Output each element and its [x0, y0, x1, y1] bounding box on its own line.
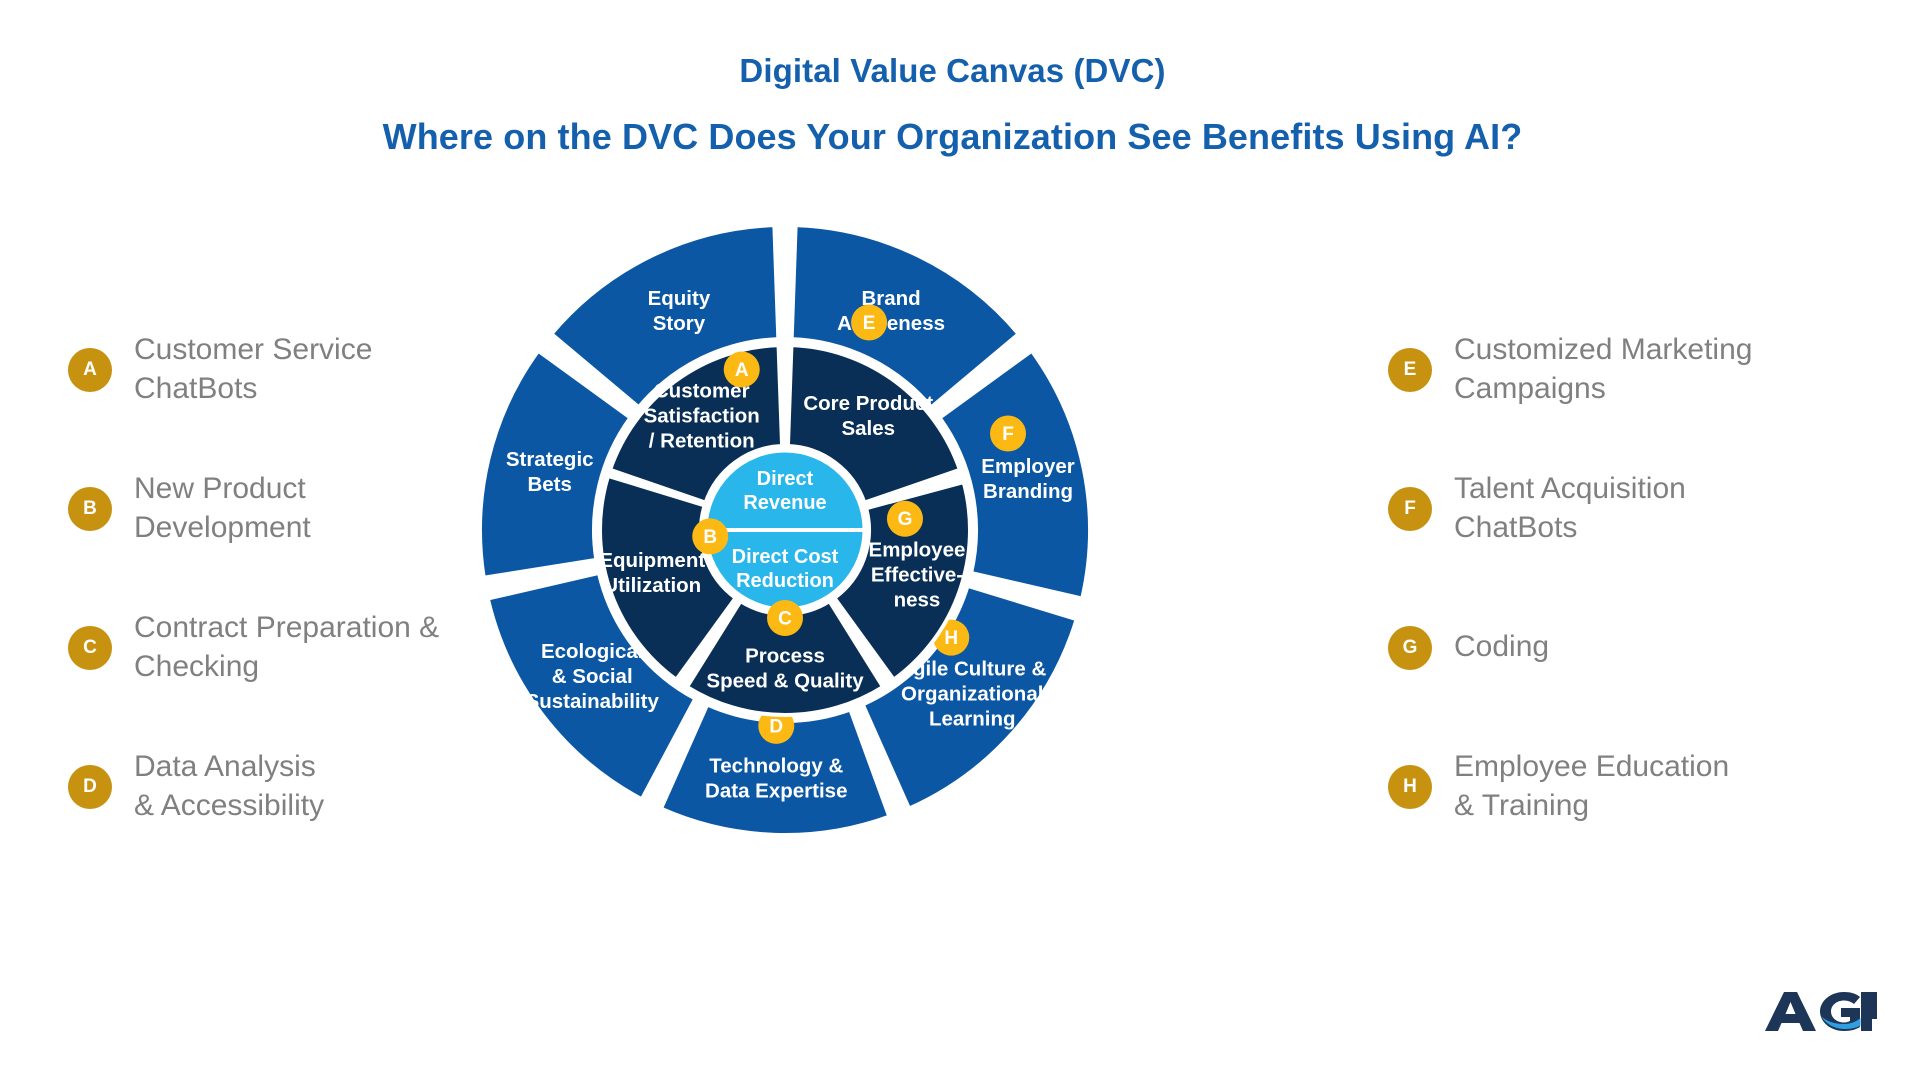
page-subtitle: Where on the DVC Does Your Organization … — [382, 116, 1523, 157]
legend-label-e: Customized Marketing Campaigns — [1454, 333, 1753, 405]
legend-label-g: Coding — [1454, 630, 1550, 664]
legend-label-c: Contract Preparation & Checking — [134, 611, 440, 683]
svg-text:H: H — [944, 628, 958, 649]
legend-right: E Customized Marketing Campaigns F Talen… — [1388, 300, 1858, 856]
legend-badge-c: C — [68, 625, 112, 670]
svg-text:E: E — [863, 313, 876, 334]
mid-segment-label-1: Customer Satisfaction / Retention — [644, 380, 760, 453]
outer-segment-badge-E[interactable]: E — [851, 304, 888, 341]
mid-segment-badge-G[interactable]: G — [886, 500, 923, 537]
legend-item-f[interactable]: F Talent Acquisition ChatBots — [1388, 439, 1858, 578]
svg-text:G: G — [898, 509, 913, 530]
legend-label-b: New Product Development — [134, 472, 311, 544]
svg-text:B: B — [703, 527, 717, 548]
agp-logo-icon — [1765, 992, 1877, 1031]
legend-item-e[interactable]: E Customized Marketing Campaigns — [1388, 300, 1858, 439]
outer-segment-badge-F[interactable]: F — [990, 415, 1027, 452]
legend-badge-a: A — [68, 347, 112, 392]
digital-value-canvas-diagram: Equity Story Brand Awareness E Employer Brandi… — [425, 160, 1165, 920]
agp-logo: AGP — [1761, 985, 1877, 1037]
legend-badge-h: H — [1388, 764, 1432, 809]
legend-item-h[interactable]: H Employee Education & Training — [1388, 717, 1858, 856]
legend-label-a: Customer Service ChatBots — [134, 333, 373, 405]
svg-text:A: A — [735, 360, 749, 381]
legend-badge-b: B — [68, 486, 112, 531]
legend-label-f: Talent Acquisition ChatBots — [1454, 472, 1686, 544]
legend-label-d: Data Analysis & Accessibility — [134, 750, 325, 822]
svg-text:D: D — [769, 716, 783, 737]
mid-segment-badge-A[interactable]: A — [723, 351, 760, 388]
svg-text:F: F — [1002, 424, 1014, 445]
dvc-chart: Equity StoryBrand AwarenessEEmployer Brandi… — [478, 223, 1092, 837]
legend-badge-f: F — [1388, 486, 1432, 531]
legend-label-h: Employee Education & Training — [1454, 750, 1730, 822]
legend-item-g[interactable]: G Coding — [1388, 578, 1858, 717]
page-title: Digital Value Canvas (DVC) — [739, 52, 1166, 89]
mid-segment-badge-B[interactable]: B — [692, 518, 729, 555]
header: Digital Value Canvas (DVC) Where on the … — [0, 0, 1905, 158]
legend-badge-g: G — [1388, 625, 1432, 670]
legend-badge-e: E — [1388, 347, 1432, 392]
svg-text:C: C — [778, 609, 792, 630]
legend-badge-d: D — [68, 764, 112, 809]
mid-segment-badge-C[interactable]: C — [767, 600, 803, 636]
